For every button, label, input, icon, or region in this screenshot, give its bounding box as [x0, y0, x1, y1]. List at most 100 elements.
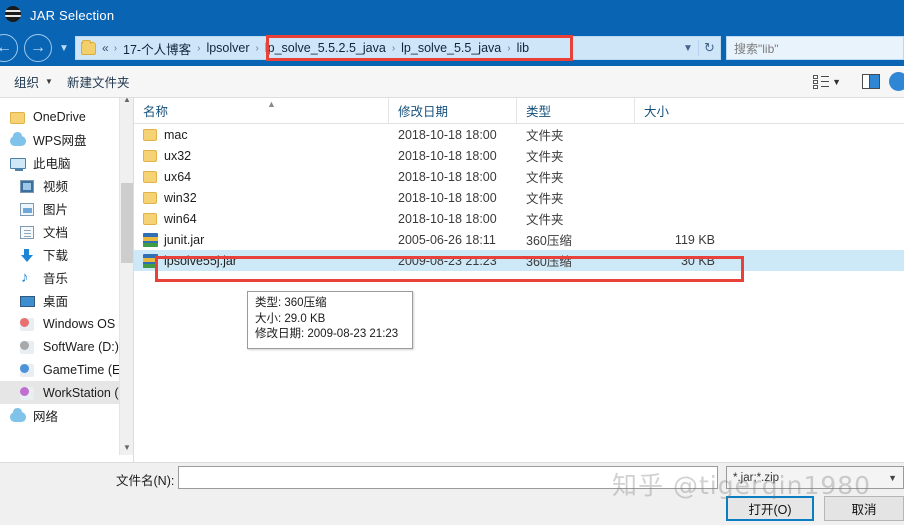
file-date-cell: 2018-10-18 18:00 — [398, 211, 497, 226]
file-name-text: win64 — [164, 211, 197, 226]
new-folder-button[interactable]: 新建文件夹 — [67, 72, 130, 91]
filename-input[interactable] — [178, 466, 718, 489]
search-input[interactable]: 搜索"lib" — [726, 36, 904, 60]
file-name-cell: win32 — [134, 191, 389, 205]
caret-down-icon: ▼ — [45, 77, 53, 86]
navigation-sidebar: OneDrive WPS网盘此电脑视频图片文档下载音乐桌面 Windows OS (… — [0, 98, 133, 462]
table-row[interactable]: win32 2018-10-18 18:00 文件夹 — [134, 187, 904, 208]
file-name-cell: win64 — [134, 212, 389, 226]
chevron-down-icon[interactable]: ▼ — [678, 43, 698, 54]
sidebar-item-label: OneDrive — [33, 109, 86, 124]
breadcrumb-item-2[interactable]: lpsolver — [202, 41, 253, 55]
file-date-cell: 2009-08-23 21:23 — [398, 253, 497, 268]
cancel-button[interactable]: 取消 — [824, 496, 904, 521]
breadcrumb-item-4[interactable]: lp_solve_5.5_java — [397, 41, 505, 55]
navigation-bar: ← → ▼ « › 17-个人博客 › lpsolver › lp_solve_… — [0, 30, 904, 66]
column-headers: 名称 修改日期 类型 大小 — [134, 97, 904, 124]
table-row[interactable]: win64 2018-10-18 18:00 文件夹 — [134, 208, 904, 229]
breadcrumb-separator: › — [113, 42, 118, 54]
filetype-value: *.jar;*.zip — [733, 471, 780, 484]
sidebar-item-11[interactable]: GameTime (E:) — [0, 358, 133, 381]
history-dropdown-icon[interactable]: ▼ — [55, 34, 73, 62]
sidebar-item-label: WorkStation (F — [43, 385, 127, 400]
sidebar-item-10[interactable]: SoftWare (D:) — [0, 335, 133, 358]
folder-icon — [10, 109, 27, 125]
help-icon[interactable] — [889, 72, 904, 91]
sidebar-item-2[interactable]: 此电脑 — [0, 151, 133, 174]
refresh-icon[interactable]: ↻ — [698, 40, 720, 56]
breadcrumb-item-1[interactable]: 17-个人博客 — [119, 39, 195, 58]
file-name-cell: junit.jar — [134, 232, 389, 247]
file-type-cell: 文件夹 — [526, 150, 564, 164]
column-header-0[interactable]: 名称 — [134, 97, 389, 124]
sidebar-item-8[interactable]: 桌面 — [0, 289, 133, 312]
sidebar-item-label: SoftWare (D:) — [43, 339, 119, 354]
folder-icon — [143, 170, 157, 183]
drive-icon — [20, 362, 37, 378]
sidebar-item-4[interactable]: 图片 — [0, 197, 133, 220]
downloads-icon — [20, 247, 37, 263]
sidebar-item-label: 桌面 — [43, 295, 69, 309]
file-name-cell: ux32 — [134, 149, 389, 163]
scrollbar-thumb[interactable] — [121, 183, 133, 263]
drive-icon — [20, 339, 37, 355]
window-title: JAR Selection — [30, 7, 115, 23]
table-row[interactable]: lpsolve55j.jar 2009-08-23 21:23 360压缩 30 KB — [134, 250, 904, 271]
main-area: OneDrive WPS网盘此电脑视频图片文档下载音乐桌面 Windows OS (… — [0, 97, 904, 462]
sort-ascending-icon: ▲ — [267, 99, 276, 109]
filetype-select[interactable]: *.jar;*.zip ▼ — [726, 466, 904, 489]
chevron-down-icon[interactable]: ▼ — [120, 439, 133, 455]
column-header-2[interactable]: 类型 — [517, 97, 635, 124]
drive-icon — [20, 316, 37, 332]
sidebar-item-1[interactable]: WPS网盘 — [0, 128, 133, 151]
sidebar-item-5[interactable]: 文档 — [0, 220, 133, 243]
folder-icon — [143, 191, 157, 204]
sidebar-item-0[interactable]: OneDrive — [0, 105, 133, 128]
file-type-cell: 文件夹 — [526, 129, 564, 143]
column-header-3[interactable]: 大小 — [635, 98, 728, 124]
open-button[interactable]: 打开(O) — [726, 496, 814, 521]
music-icon — [20, 269, 37, 286]
sidebar-item-12[interactable]: WorkStation (F — [0, 381, 133, 404]
table-row[interactable]: ux64 2018-10-18 18:00 文件夹 — [134, 166, 904, 187]
sidebar-item-label: 文档 — [43, 226, 69, 240]
cloud-icon — [10, 131, 27, 148]
folder-icon — [143, 149, 157, 162]
breadcrumb-separator: › — [391, 42, 396, 54]
file-open-dialog: JAR Selection ← → ▼ « › 17-个人博客 › lpsolv… — [0, 0, 904, 525]
breadcrumb-separator: › — [197, 42, 201, 54]
table-row[interactable]: mac 2018-10-18 18:00 文件夹 — [134, 124, 904, 145]
file-name-cell: mac — [134, 128, 389, 142]
breadcrumb-item-3[interactable]: lp_solve_5.5.2.5_java — [261, 41, 390, 55]
view-options-icon[interactable] — [813, 74, 830, 89]
forward-button[interactable]: → — [24, 34, 52, 62]
folder-icon — [143, 128, 157, 141]
table-row[interactable]: ux32 2018-10-18 18:00 文件夹 — [134, 145, 904, 166]
file-tooltip: 类型: 360压缩 大小: 29.0 KB 修改日期: 2009-08-23 2… — [247, 291, 413, 349]
organize-button[interactable]: 组织 ▼ — [14, 72, 53, 91]
view-options-caret-icon[interactable]: ▼ — [832, 77, 841, 87]
sidebar-item-label: 下载 — [43, 249, 69, 263]
preview-pane-icon[interactable] — [862, 74, 880, 89]
new-folder-label: 新建文件夹 — [66, 76, 130, 90]
sidebar-scrollbar[interactable]: ▲ ▼ — [119, 98, 133, 455]
sidebar-item-7[interactable]: 音乐 — [0, 266, 133, 289]
sidebar-item-3[interactable]: 视频 — [0, 174, 133, 197]
documents-icon — [20, 224, 37, 240]
table-row[interactable]: junit.jar 2005-06-26 18:11 360压缩 119 KB — [134, 229, 904, 250]
folder-icon — [81, 39, 96, 55]
drive-icon — [20, 385, 37, 401]
back-button[interactable]: ← — [0, 34, 18, 62]
column-header-1[interactable]: 修改日期 — [389, 97, 517, 124]
sidebar-item-13[interactable]: 网络 — [0, 404, 133, 427]
sidebar-item-label: GameTime (E:) — [43, 362, 128, 377]
address-bar[interactable]: « › 17-个人博客 › lpsolver › lp_solve_5.5.2.… — [75, 36, 721, 60]
file-name-cell: lpsolve55j.jar — [134, 253, 389, 268]
chevron-up-icon[interactable]: ▲ — [120, 98, 133, 107]
sidebar-item-9[interactable]: Windows OS (C — [0, 312, 133, 335]
sidebar-item-6[interactable]: 下载 — [0, 243, 133, 266]
breadcrumb-item-5[interactable]: lib — [513, 41, 534, 55]
title-bar: JAR Selection — [0, 0, 904, 30]
breadcrumb-ellipsis[interactable]: « — [99, 41, 112, 55]
jar-icon — [143, 253, 158, 268]
